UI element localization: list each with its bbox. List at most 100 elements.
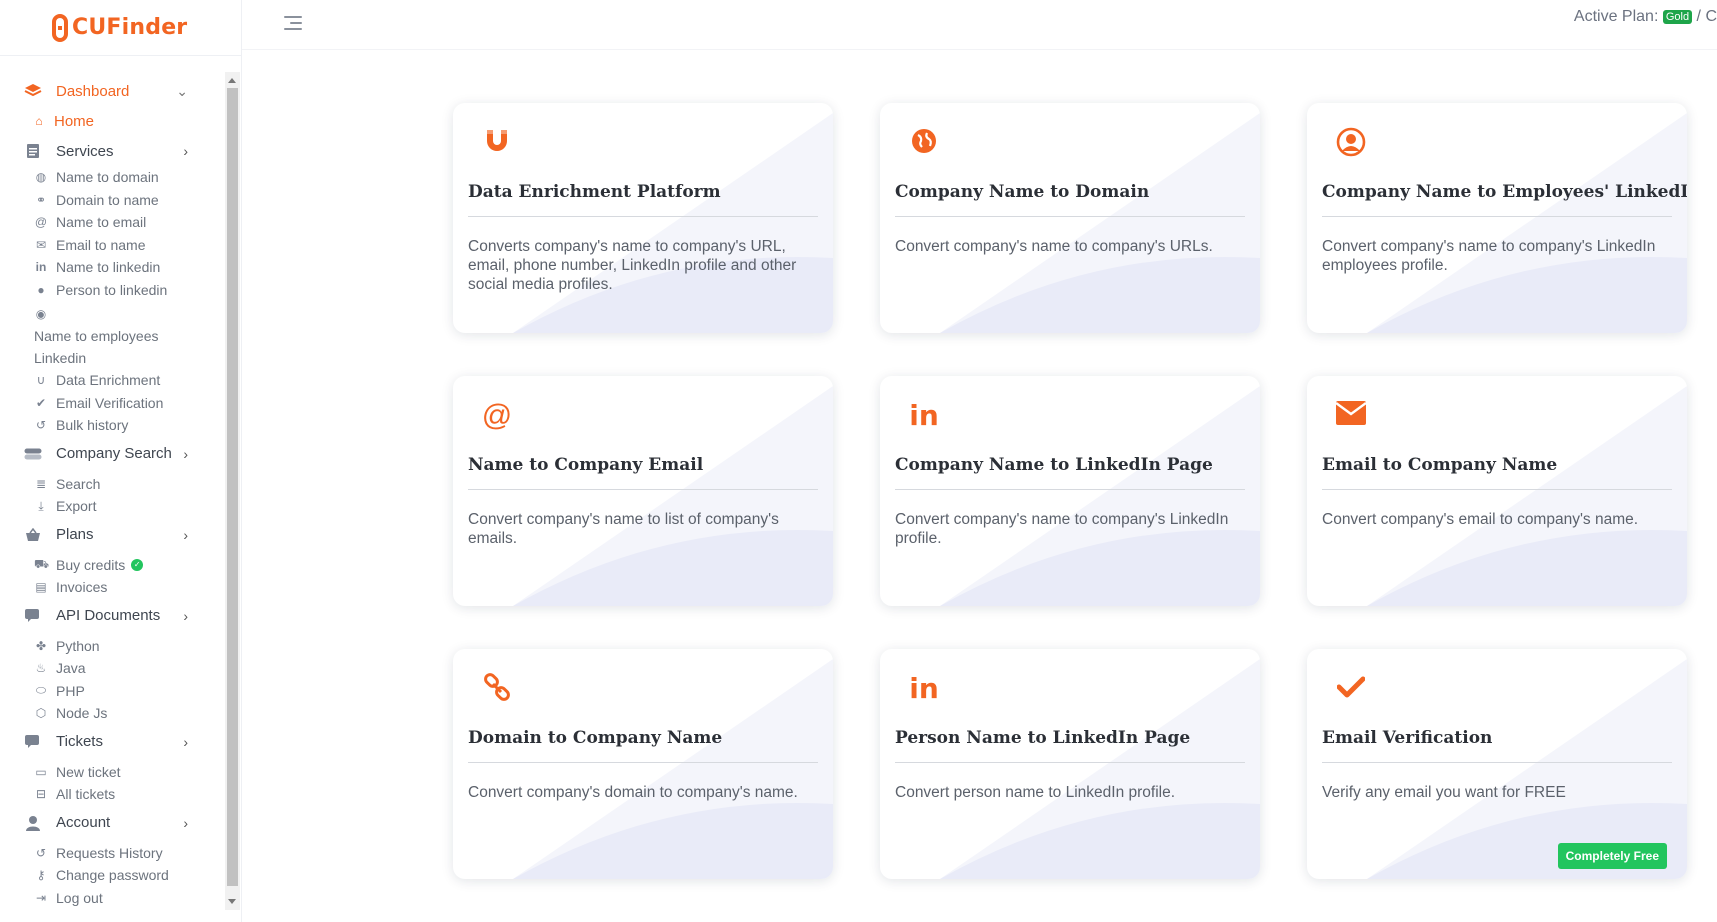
check-icon: ✔ bbox=[35, 395, 47, 410]
sidebar-item-account[interactable]: Account › bbox=[0, 808, 222, 838]
chevron-right-icon: › bbox=[183, 733, 188, 750]
sidebar-item-label: API Documents bbox=[56, 607, 161, 624]
sidebar-item-services[interactable]: Services › bbox=[0, 136, 222, 166]
plan-suffix: / C bbox=[1696, 8, 1717, 25]
sidebar-item-data-enrichment[interactable]: ∪ Data Enrichment bbox=[0, 369, 222, 392]
comment-icon: ▭ bbox=[35, 764, 47, 779]
chevron-right-icon: › bbox=[183, 814, 188, 831]
sidebar: CUFinder Dashboard ⌄ ⌂ Home Services › ◍… bbox=[0, 0, 242, 922]
card-description: Convert company's domain to company's na… bbox=[468, 784, 798, 801]
sidebar-item-dashboard[interactable]: Dashboard ⌄ bbox=[0, 76, 222, 106]
linkedin-icon: in bbox=[909, 672, 939, 705]
user-icon: ● bbox=[37, 282, 45, 297]
sidebar-item-home[interactable]: ⌂ Home bbox=[0, 106, 222, 136]
service-card-name-to-employees[interactable]: Company Name to Employees' LinkedIn Conv… bbox=[1307, 103, 1687, 333]
logo[interactable]: CUFinder bbox=[0, 0, 241, 56]
chat-icon bbox=[24, 608, 42, 624]
sidebar-item-name-to-linkedin[interactable]: in Name to linkedin bbox=[0, 256, 222, 279]
sidebar-item-buy-credits[interactable]: ⛟ Buy credits ✓ bbox=[0, 554, 222, 577]
sidebar-item-export[interactable]: ⤓ Export bbox=[0, 495, 222, 518]
card-title: Data Enrichment Platform bbox=[468, 182, 818, 217]
logo-text: CUFinder bbox=[72, 15, 188, 40]
plans-submenu: ⛟ Buy credits ✓ ▤ Invoices bbox=[0, 554, 222, 599]
sidebar-item-log-out[interactable]: ⇥ Log out bbox=[0, 887, 222, 910]
sidebar-item-new-ticket[interactable]: ▭ New ticket bbox=[0, 761, 222, 784]
sidebar-item-name-to-email[interactable]: @ Name to email bbox=[0, 211, 222, 234]
database-icon: ≣ bbox=[35, 476, 47, 491]
sidebar-item-label: Tickets bbox=[56, 733, 103, 750]
sidebar-menu: Dashboard ⌄ ⌂ Home Services › ◍ Name to d… bbox=[0, 72, 222, 922]
sidebar-item-company-search[interactable]: Company Search › bbox=[0, 439, 222, 469]
sidebar-item-label: Dashboard bbox=[56, 82, 130, 100]
sidebar-item-change-password[interactable]: ⚷ Change password bbox=[0, 864, 222, 887]
sidebar-item-person-to-linkedin[interactable]: ● Person to linkedin bbox=[0, 279, 222, 302]
scroll-thumb[interactable] bbox=[227, 88, 238, 886]
sidebar-item-name-to-employees[interactable]: ◉ Name to employees Linkedin bbox=[0, 301, 222, 369]
sidebar-scrollbar[interactable] bbox=[225, 72, 240, 910]
sidebar-item-label: Account bbox=[56, 814, 111, 831]
python-icon: ✤ bbox=[35, 638, 47, 653]
card-description: Convert company's name to list of compan… bbox=[468, 511, 779, 547]
cart-icon: ⛟ bbox=[34, 556, 50, 571]
home-icon: ⌂ bbox=[35, 114, 43, 128]
link-icon bbox=[481, 673, 513, 705]
service-card-name-to-email[interactable]: @ Name to Company Email Convert company'… bbox=[453, 376, 833, 606]
service-card-email-verification[interactable]: Email Verification Verify any email you … bbox=[1307, 649, 1687, 879]
card-description: Convert company's name to company's Link… bbox=[1322, 238, 1656, 274]
sidebar-item-name-to-domain[interactable]: ◍ Name to domain bbox=[0, 166, 222, 189]
service-card-name-to-linkedin[interactable]: in Company Name to LinkedIn Page Convert… bbox=[880, 376, 1260, 606]
service-card-domain-to-name[interactable]: Domain to Company Name Convert company's… bbox=[453, 649, 833, 879]
card-description: Convert company's email to company's nam… bbox=[1322, 511, 1639, 528]
document-icon bbox=[24, 143, 42, 159]
card-title: Email Verification bbox=[1322, 728, 1672, 763]
card-description: Convert person name to LinkedIn profile. bbox=[895, 784, 1176, 801]
chevron-down-icon: ⌄ bbox=[176, 83, 188, 99]
sidebar-item-java[interactable]: ♨ Java bbox=[0, 657, 222, 680]
key-icon: ⚷ bbox=[36, 868, 46, 883]
service-card-name-to-domain[interactable]: Company Name to Domain Convert company's… bbox=[880, 103, 1260, 333]
sidebar-item-search[interactable]: ≣ Search bbox=[0, 473, 222, 496]
sidebar-item-php[interactable]: ⬭ PHP bbox=[0, 680, 222, 703]
logo-mark-icon bbox=[52, 13, 68, 42]
sidebar-item-plans[interactable]: Plans › bbox=[0, 520, 222, 550]
linkedin-icon: in bbox=[35, 260, 47, 275]
sidebar-item-invoices[interactable]: ▤ Invoices bbox=[0, 576, 222, 599]
service-card-data-enrichment[interactable]: Data Enrichment Platform Converts compan… bbox=[453, 103, 833, 333]
card-title: Company Name to Employees' LinkedIn bbox=[1322, 182, 1687, 217]
menu-toggle-icon[interactable] bbox=[284, 16, 302, 34]
sidebar-item-python[interactable]: ✤ Python bbox=[0, 635, 222, 658]
scroll-down-icon[interactable] bbox=[228, 899, 236, 904]
sidebar-item-api-documents[interactable]: API Documents › bbox=[0, 601, 222, 631]
scroll-up-icon[interactable] bbox=[228, 78, 236, 83]
card-title: Email to Company Name bbox=[1322, 455, 1672, 490]
sidebar-item-tickets[interactable]: Tickets › bbox=[0, 727, 222, 757]
card-title: Name to Company Email bbox=[468, 455, 818, 490]
chevron-right-icon: › bbox=[183, 526, 188, 543]
chevron-right-icon: › bbox=[183, 143, 188, 159]
service-card-person-to-linkedin[interactable]: in Person Name to LinkedIn Page Convert … bbox=[880, 649, 1260, 879]
sidebar-item-all-tickets[interactable]: ⊟ All tickets bbox=[0, 783, 222, 806]
account-submenu: ↺ Requests History ⚷ Change password ⇥ Log … bbox=[0, 842, 222, 910]
card-title: Company Name to LinkedIn Page bbox=[895, 455, 1245, 490]
service-card-email-to-name[interactable]: Email to Company Name Convert company's … bbox=[1307, 376, 1687, 606]
magnet-icon bbox=[481, 127, 513, 159]
magnet-icon: ∪ bbox=[36, 373, 46, 388]
sidebar-item-label: Home bbox=[54, 112, 95, 130]
history-icon: ↺ bbox=[35, 418, 47, 433]
sidebar-item-nodejs[interactable]: ⬡ Node Js bbox=[0, 702, 222, 725]
invoice-icon: ▤ bbox=[35, 580, 47, 595]
sidebar-item-bulk-history[interactable]: ↺ Bulk history bbox=[0, 414, 222, 437]
sidebar-item-domain-to-name[interactable]: ⚭ Domain to name bbox=[0, 189, 222, 212]
sidebar-item-email-verification[interactable]: ✔ Email Verification bbox=[0, 392, 222, 415]
verified-badge-icon: ✓ bbox=[131, 558, 144, 571]
card-description: Verify any email you want for FREE bbox=[1322, 784, 1566, 801]
card-description: Convert company's name to company's URLs… bbox=[895, 238, 1213, 255]
sidebar-item-requests-history[interactable]: ↺ Requests History bbox=[0, 842, 222, 865]
active-plan: Active Plan: Gold / C bbox=[1574, 8, 1717, 26]
sidebar-item-email-to-name[interactable]: ✉ Email to name bbox=[0, 234, 222, 257]
download-icon: ⤓ bbox=[38, 498, 44, 513]
sidebar-item-label: Company Search bbox=[56, 445, 172, 462]
card-description: Convert company's name to company's Link… bbox=[895, 511, 1229, 547]
top-header: Active Plan: Gold / C bbox=[242, 0, 1717, 50]
at-icon: @ bbox=[34, 215, 48, 230]
